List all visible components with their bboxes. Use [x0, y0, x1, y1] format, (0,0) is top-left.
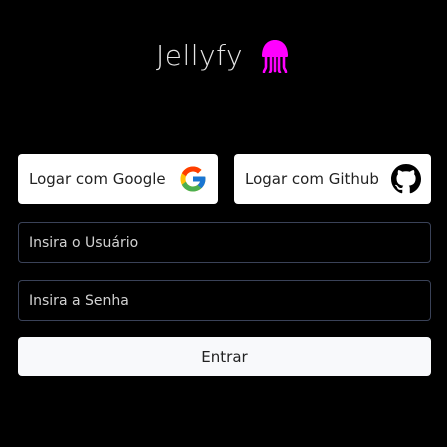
github-icon [391, 164, 421, 194]
github-login-label: Logar com Github [245, 170, 379, 188]
username-field[interactable] [18, 222, 431, 263]
brand-header: Jellyfy [0, 36, 447, 76]
login-submit-button[interactable]: Entrar [18, 337, 431, 376]
google-login-button[interactable]: Logar com Google [18, 154, 218, 204]
google-login-label: Logar com Google [29, 170, 166, 188]
github-login-button[interactable]: Logar com Github [234, 154, 431, 204]
google-icon [178, 164, 208, 194]
login-page: Jellyfy Logar com Google Logar com Githu… [0, 0, 447, 447]
jellyfish-icon [259, 39, 291, 73]
app-title: Jellyfy [155, 39, 244, 72]
password-field[interactable] [18, 280, 431, 321]
